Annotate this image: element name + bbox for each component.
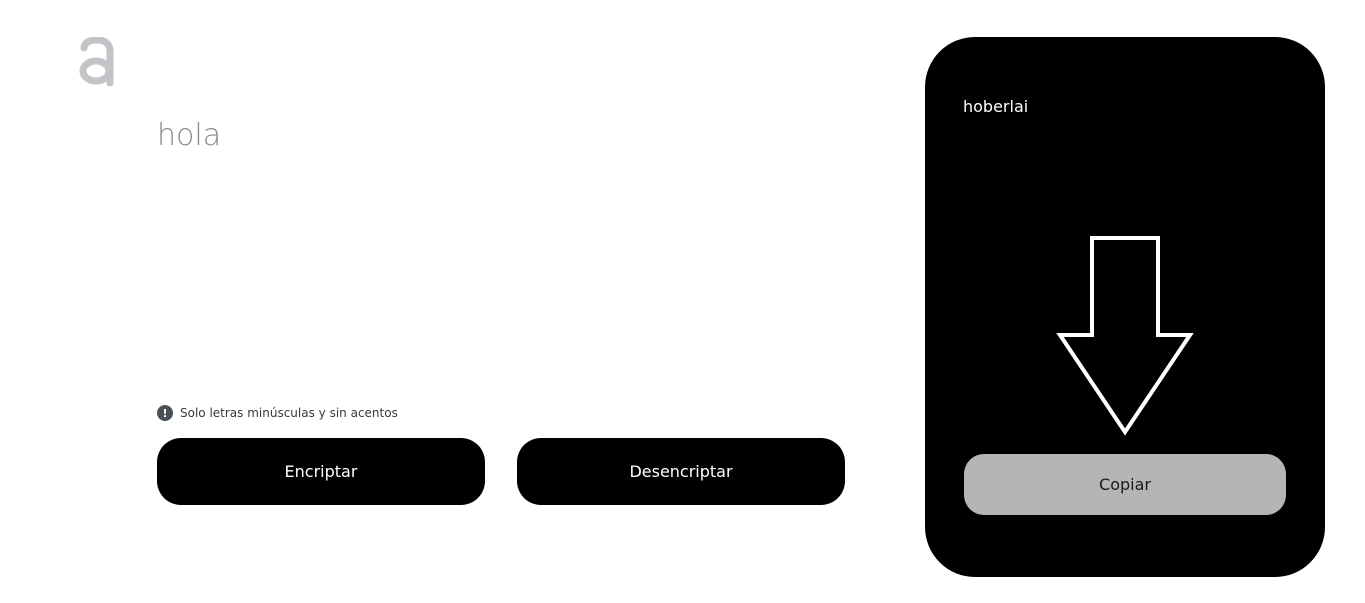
arrow-down-icon	[1055, 232, 1195, 437]
encrypt-button[interactable]: Encriptar	[157, 438, 485, 505]
decrypt-button[interactable]: Desencriptar	[517, 438, 845, 505]
hint-text: Solo letras minúsculas y sin acentos	[180, 406, 398, 420]
input-hint: ! Solo letras minúsculas y sin acentos	[157, 404, 398, 422]
output-panel: hoberlai Copiar	[925, 37, 1325, 577]
copy-button[interactable]: Copiar	[964, 454, 1286, 515]
output-text: hoberlai	[963, 97, 1029, 116]
logo-icon	[78, 36, 116, 87]
message-input[interactable]: hola	[157, 116, 837, 386]
exclamation-circle-icon: !	[157, 405, 173, 421]
